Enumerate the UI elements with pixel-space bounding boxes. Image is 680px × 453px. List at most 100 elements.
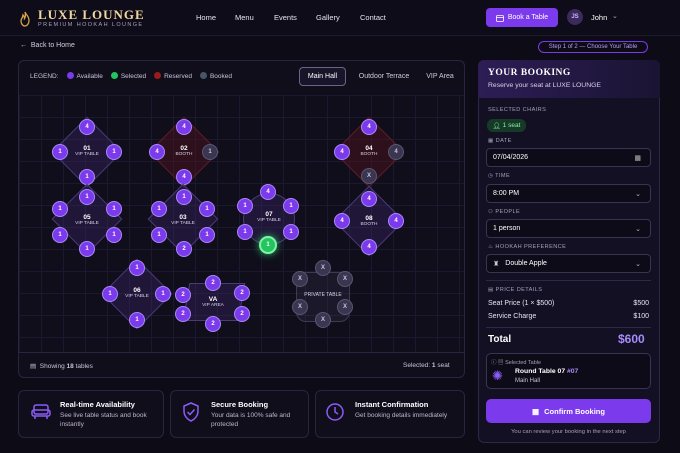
legend-title: LEGEND:	[30, 72, 59, 80]
table-03-label: 03 VIP TABLE	[162, 214, 204, 226]
table-07-seat[interactable]: 1	[237, 224, 253, 240]
date-label-text: DATE	[495, 138, 512, 144]
hookah-icon: ♜	[493, 260, 500, 268]
table-08-label: 08 BOOTH	[348, 215, 390, 227]
table-04-seat[interactable]: 4	[334, 144, 350, 160]
selected-table-area: Main Hall	[515, 378, 541, 384]
table-03-seat[interactable]: 2	[176, 241, 192, 257]
table-03-seat[interactable]: 1	[151, 227, 167, 243]
table-04-seat[interactable]: X	[361, 168, 377, 184]
booking-note: You can review your booking in the next …	[511, 429, 626, 435]
table-04-label: 04 BOOTH	[348, 145, 390, 157]
tab-outdoor-terrace[interactable]: Outdoor Terrace	[350, 67, 418, 86]
table-01-seat[interactable]: 1	[79, 169, 95, 185]
table-07-seat-selected[interactable]: 1	[259, 236, 277, 254]
time-label-text: TIME	[495, 173, 511, 179]
table-06-type: VIP TABLE	[125, 294, 149, 300]
time-value: 8:00 PM	[493, 190, 520, 197]
table-06-seat[interactable]: 1	[155, 286, 171, 302]
table-07-seat[interactable]: 1	[283, 224, 299, 240]
table-private-seat[interactable]: X	[337, 271, 353, 287]
nav-menu-link[interactable]: Menu	[235, 13, 254, 22]
table-06-seat[interactable]: 1	[129, 312, 145, 328]
table-private-seat[interactable]: X	[337, 299, 353, 315]
table-04-seat[interactable]: 4	[361, 119, 377, 135]
table-02-label: 02 BOOTH	[163, 145, 205, 157]
user-name[interactable]: John	[591, 13, 607, 22]
time-select[interactable]: 8:00 PM ⌄	[486, 184, 651, 203]
total-value: $600	[618, 332, 645, 346]
date-input[interactable]: 07/04/2026 ▦	[486, 148, 651, 167]
nav-gallery-link[interactable]: Gallery	[316, 13, 340, 22]
table-07-seat[interactable]: 1	[283, 198, 299, 214]
table-private-seat[interactable]: X	[292, 299, 308, 315]
table-private-type: PRIVATE TABLE	[304, 292, 342, 298]
time-label: ◷ TIME	[488, 173, 510, 179]
legend-selected: Selected	[110, 72, 146, 80]
nav-home-link[interactable]: Home	[196, 13, 216, 22]
table-08-seat[interactable]: 4	[361, 191, 377, 207]
table-02-seat[interactable]: 4	[176, 169, 192, 185]
back-to-home-link[interactable]: ← Back to Home	[20, 42, 75, 49]
price-label-text: PRICE DETAILS	[495, 287, 543, 293]
table-vip-area-seat[interactable]: 2	[205, 316, 221, 332]
table-01-seat[interactable]: 1	[52, 144, 68, 160]
table-05-seat[interactable]: 1	[79, 241, 95, 257]
calendar-icon[interactable]: ▦	[634, 154, 641, 162]
table-03-seat[interactable]: 1	[199, 227, 215, 243]
table-vip-area-seat[interactable]: 2	[234, 306, 250, 322]
table-private-label: PRIVATE TABLE	[298, 292, 348, 299]
selected-table-name: Round Table 07	[515, 368, 566, 375]
people-select[interactable]: 1 person ⌄	[486, 219, 651, 238]
table-08-seat[interactable]: 4	[334, 213, 350, 229]
table-06-seat[interactable]: 1	[129, 260, 145, 276]
table-01-seat[interactable]: 1	[106, 144, 122, 160]
nav-contact-link[interactable]: Contact	[360, 13, 386, 22]
date-value: 07/04/2026	[493, 154, 529, 161]
table-05-seat[interactable]: 1	[52, 227, 68, 243]
tab-main-hall[interactable]: Main Hall	[299, 67, 346, 86]
table-vip-area-seat[interactable]: 2	[175, 287, 191, 303]
table-03-seat[interactable]: 1	[151, 201, 167, 217]
table-05-seat[interactable]: 1	[106, 227, 122, 243]
hookah-select[interactable]: ♜ Double Apple ⌄	[486, 254, 651, 273]
hookah-label-text: HOOKAH PREFERENCE	[495, 244, 567, 250]
table-02-seat[interactable]: 4	[149, 144, 165, 160]
table-private-seat[interactable]: X	[315, 260, 331, 276]
table-08-seat[interactable]: 4	[361, 239, 377, 255]
table-private-seat[interactable]: X	[292, 271, 308, 287]
table-private-seat[interactable]: X	[315, 312, 331, 328]
table-05-seat[interactable]: 1	[106, 201, 122, 217]
table-07-seat[interactable]: 1	[237, 198, 253, 214]
table-04-type: BOOTH	[360, 152, 378, 158]
table-03-seat[interactable]: 1	[176, 189, 192, 205]
brand-name[interactable]: LUXE LOUNGE	[38, 7, 145, 23]
feature-title: Real-time Availability	[60, 400, 135, 409]
confirm-booking-button[interactable]: ▦ Confirm Booking	[486, 399, 651, 423]
book-table-button[interactable]: Book a Table	[486, 8, 558, 27]
total-label: Total	[488, 334, 512, 345]
table-07-seat[interactable]: 4	[260, 184, 276, 200]
table-vip-area-seat[interactable]: 2	[175, 306, 191, 322]
table-01-seat[interactable]: 4	[79, 119, 95, 135]
hookah-value: Double Apple	[505, 260, 547, 267]
table-02-seat[interactable]: 4	[176, 119, 192, 135]
brand-tagline: PREMIUM HOOKAH LOUNGE	[38, 22, 144, 28]
table-05-seat[interactable]: 1	[79, 189, 95, 205]
table-08-type: BOOTH	[360, 222, 378, 228]
table-08-seat[interactable]: 4	[388, 213, 404, 229]
nav-events-link[interactable]: Events	[274, 13, 297, 22]
calendar-small-icon: ▦	[488, 138, 494, 144]
table-vip-area-seat[interactable]: 2	[205, 275, 221, 291]
table-vip-area-seat[interactable]: 2	[234, 285, 250, 301]
selected-suffix: seat	[437, 362, 450, 369]
table-03-seat[interactable]: 1	[199, 201, 215, 217]
table-05-seat[interactable]: 1	[52, 201, 68, 217]
table-02-seat[interactable]: 1	[202, 144, 218, 160]
table-04-seat[interactable]: 4	[388, 144, 404, 160]
chairs-label: SELECTED CHAIRS	[488, 107, 547, 113]
table-06-seat[interactable]: 1	[102, 286, 118, 302]
tab-vip-area[interactable]: VIP Area	[420, 67, 460, 86]
chevron-down-icon[interactable]: ⌄	[612, 12, 618, 20]
user-avatar[interactable]: JS	[567, 9, 583, 25]
